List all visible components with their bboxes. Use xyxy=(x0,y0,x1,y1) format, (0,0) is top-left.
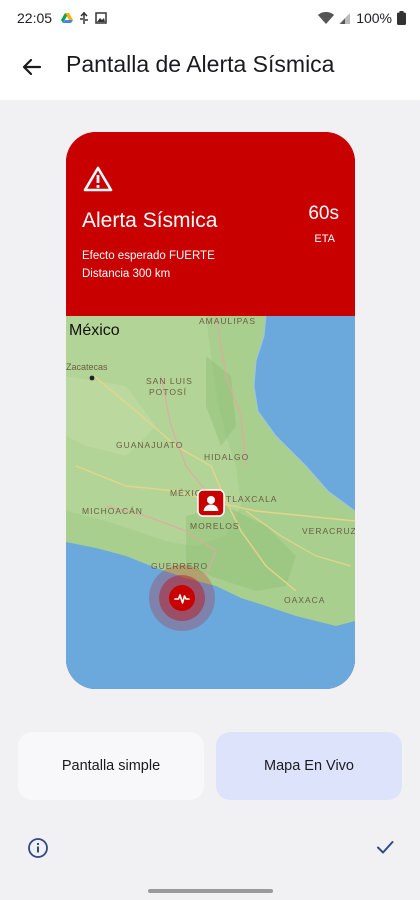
map-label: Zacatecas xyxy=(66,362,108,372)
map-label: SAN LUIS xyxy=(146,376,193,386)
seismic-wave-icon xyxy=(149,565,215,631)
alert-header: Alerta Sísmica 60s ETA Efecto esperado F… xyxy=(66,132,355,316)
page-title: Pantalla de Alerta Sísmica xyxy=(66,51,335,77)
map-label: MORELOS xyxy=(190,521,240,531)
map-label: GUANAJUATO xyxy=(116,440,184,450)
app-bar: Pantalla de Alerta Sísmica xyxy=(0,38,420,100)
info-icon[interactable] xyxy=(27,837,49,859)
status-bar: 22:05 100% xyxy=(0,0,420,38)
home-indicator[interactable] xyxy=(148,889,273,893)
status-time: 22:05 xyxy=(17,10,53,26)
map-label: VERACRUZ xyxy=(302,526,355,536)
alert-preview-card: Alerta Sísmica 60s ETA Efecto esperado F… xyxy=(66,132,355,689)
eta-value: 60s xyxy=(308,203,339,224)
live-map-label: Mapa En Vivo xyxy=(263,758,354,774)
expected-effect: Efecto esperado FUERTE xyxy=(82,250,215,262)
map-country-label: México xyxy=(69,322,120,339)
map-view: México AMAULIPAS Zacatecas SAN LUIS POTO… xyxy=(66,316,355,689)
mode-buttons: Pantalla simple Mapa En Vivo xyxy=(18,732,404,800)
eta-label: ETA xyxy=(314,233,335,245)
battery-icon xyxy=(397,11,406,25)
arrow-left-icon[interactable] xyxy=(20,55,44,79)
map-label: OAXACA xyxy=(284,595,326,605)
map-label: HIDALGO xyxy=(204,452,250,462)
usb-icon xyxy=(80,12,88,24)
person-icon xyxy=(197,489,225,517)
map-label: POTOSÍ xyxy=(149,387,187,397)
battery-percent: 100% xyxy=(356,10,392,26)
check-icon[interactable] xyxy=(375,837,395,857)
warning-triangle-icon xyxy=(83,166,113,192)
simple-screen-button[interactable]: Pantalla simple xyxy=(18,732,204,800)
live-map-button[interactable]: Mapa En Vivo xyxy=(216,732,402,800)
alert-title: Alerta Sísmica xyxy=(82,209,218,232)
distance: Distancia 300 km xyxy=(82,268,171,280)
map-label: TLAXCALA xyxy=(226,494,278,504)
notification-icons xyxy=(61,12,107,24)
signal-icon xyxy=(339,13,351,24)
simple-screen-label: Pantalla simple xyxy=(61,758,161,774)
system-icons: 100% xyxy=(318,10,406,26)
image-icon xyxy=(95,12,107,24)
wifi-icon xyxy=(318,11,335,24)
map-label: AMAULIPAS xyxy=(199,316,257,326)
map-label: MICHOACÁN xyxy=(82,506,143,516)
drive-icon xyxy=(61,13,73,23)
